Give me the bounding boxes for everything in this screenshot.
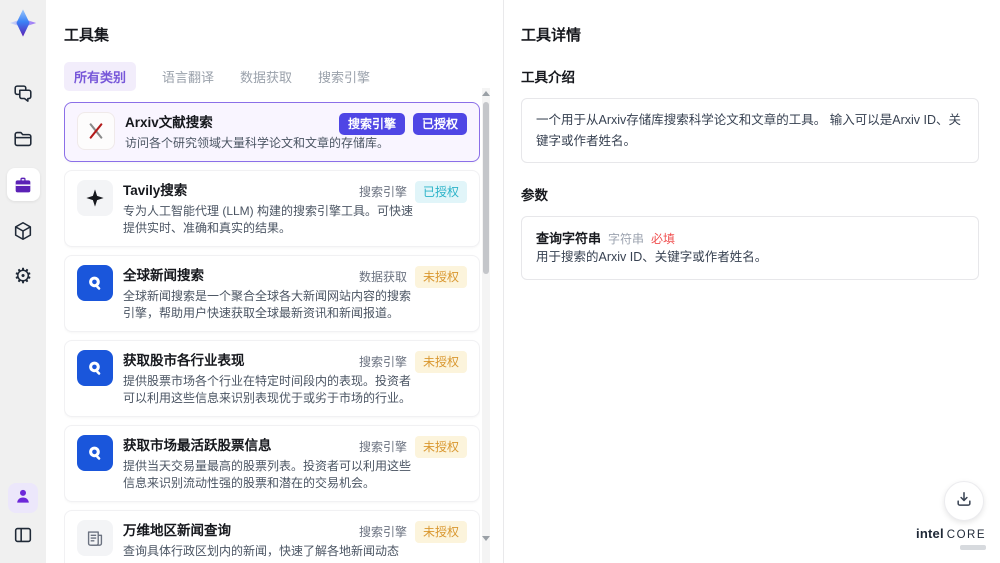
tool-description: 提供股票市场各个行业在特定时间段内的表现。投资者可以利用这些信息来识别表现优于或… [123, 374, 412, 405]
folder-icon [12, 128, 34, 150]
tab-data-acquisition[interactable]: 数据获取 [240, 62, 292, 91]
tool-card[interactable]: 全球新闻搜索 全球新闻搜索是一个聚合全球各大新闻网站内容的搜索引擎，帮助用户快速… [64, 255, 480, 332]
param-required-badge: 必填 [651, 232, 676, 247]
tool-details-panel: 工具详情 工具介绍 一个用于从Arxiv存储库搜索科学论文和文章的工具。 输入可… [521, 0, 979, 563]
auth-badge: 未授权 [414, 266, 467, 288]
category-badge: 搜索引擎 [338, 113, 405, 135]
news-search-icon [89, 276, 101, 290]
auth-badge: 已授权 [414, 181, 467, 203]
scrollbar[interactable] [482, 88, 490, 563]
gem-logo-icon [9, 9, 37, 37]
news-search-icon [89, 446, 101, 460]
intro-title: 工具介绍 [521, 70, 575, 85]
panel-divider [503, 0, 504, 563]
params-title: 参数 [521, 188, 548, 204]
tab-search-engine[interactable]: 搜索引擎 [318, 62, 370, 91]
cube-icon [12, 220, 34, 242]
auth-badge: 已授权 [412, 113, 467, 135]
tool-card[interactable]: 获取股市各行业表现 提供股票市场各个行业在特定时间段内的表现。投资者可以利用这些… [64, 340, 480, 417]
sidebar-item-settings[interactable]: ⚙ [7, 260, 40, 293]
scroll-up-arrow-icon[interactable] [482, 91, 490, 96]
tool-description: 查询具体行政区划内的新闻，快速了解各地新闻动态 [123, 544, 400, 558]
page-title: 工具集 [64, 27, 110, 44]
sidebar-bottom [7, 483, 40, 551]
intel-core-sub-badge [960, 545, 986, 550]
tool-icon [77, 350, 113, 386]
scroll-down-arrow-icon[interactable] [482, 536, 490, 541]
sidebar-item-profile[interactable] [8, 483, 38, 513]
toolset-column: 工具集 所有类别 语言翻译 数据获取 搜索引擎 Arxiv文献搜索 访问各个研究… [64, 0, 480, 563]
download-button[interactable] [944, 481, 984, 521]
briefcase-icon [12, 174, 34, 196]
intro-box: 一个用于从Arxiv存储库搜索科学论文和文章的工具。 输入可以是Arxiv ID… [521, 98, 979, 164]
category-badge: 搜索引擎 [358, 355, 407, 369]
param-type: 字符串 [608, 232, 645, 247]
sidebar-item-models[interactable] [7, 214, 40, 247]
tool-icon [77, 180, 113, 216]
param-name: 查询字符串 [536, 231, 602, 247]
arxiv-icon [89, 123, 103, 139]
sidebar-nav: ⚙ [6, 76, 40, 293]
intro-text: 一个用于从Arxiv存储库搜索科学论文和文章的工具。 输入可以是Arxiv ID… [536, 113, 962, 148]
params-box: 查询字符串 字符串 必填 用于搜索的Arxiv ID、关键字或作者姓名。 [521, 216, 979, 280]
tool-icon [77, 112, 115, 150]
person-icon [13, 486, 33, 511]
category-tabs: 所有类别 语言翻译 数据获取 搜索引擎 [64, 62, 480, 91]
auth-badge: 未授权 [414, 436, 467, 458]
category-badge: 搜索引擎 [358, 440, 407, 454]
app-logo[interactable] [6, 6, 40, 40]
newspaper-icon [87, 531, 103, 546]
tool-description: 全球新闻搜索是一个聚合全球各大新闻网站内容的搜索引擎，帮助用户快速获取全球最新资… [123, 289, 412, 320]
auth-badge: 未授权 [414, 521, 467, 543]
core-wordmark: CORE [946, 529, 986, 541]
tool-card[interactable]: 万维地区新闻查询 查询具体行政区划内的新闻，快速了解各地新闻动态 搜索引擎 未授… [64, 510, 480, 563]
gear-icon: ⚙ [13, 265, 33, 288]
panel-icon [12, 524, 34, 546]
intel-core-logo: intel CORE [916, 525, 986, 550]
tool-description: 访问各个研究领域大量科学论文和文章的存储库。 [125, 136, 390, 150]
category-badge: 数据获取 [358, 270, 407, 284]
news-search-icon [89, 361, 101, 375]
sidebar-item-chat[interactable] [7, 76, 40, 109]
sparkle-icon [86, 189, 104, 207]
category-badge: 搜索引擎 [358, 525, 407, 539]
auth-badge: 未授权 [414, 351, 467, 373]
download-icon [954, 489, 974, 514]
details-title: 工具详情 [521, 27, 582, 44]
category-badge: 搜索引擎 [358, 185, 407, 199]
app-window: ⚙ 工具集 所有类别 语言翻译 数据获取 搜索引擎 Arxiv文献搜索 访问各个… [0, 0, 1000, 563]
tool-icon [77, 520, 113, 556]
tool-card[interactable]: Tavily搜索 专为人工智能代理 (LLM) 构建的搜索引擎工具。可快速提供实… [64, 170, 480, 247]
sidebar: ⚙ [0, 0, 46, 563]
tool-description: 提供当天交易量最高的股票列表。投资者可以利用这些信息来识别流动性强的股票和潜在的… [123, 459, 412, 490]
param-description: 用于搜索的Arxiv ID、关键字或作者姓名。 [536, 250, 768, 265]
tool-card[interactable]: Arxiv文献搜索 访问各个研究领域大量科学论文和文章的存储库。 搜索引擎 已授… [64, 102, 480, 162]
sidebar-item-files[interactable] [7, 122, 40, 155]
tool-icon [77, 265, 113, 301]
param-row: 查询字符串 字符串 必填 用于搜索的Arxiv ID、关键字或作者姓名。 [536, 228, 964, 268]
tab-language-translation[interactable]: 语言翻译 [162, 62, 214, 91]
tool-icon [77, 435, 113, 471]
chat-icon [12, 82, 34, 104]
tool-list: Arxiv文献搜索 访问各个研究领域大量科学论文和文章的存储库。 搜索引擎 已授… [64, 102, 480, 563]
intel-wordmark: intel [916, 526, 944, 541]
tool-card[interactable]: 获取市场最活跃股票信息 提供当天交易量最高的股票列表。投资者可以利用这些信息来识… [64, 425, 480, 502]
tab-all-categories[interactable]: 所有类别 [64, 62, 137, 91]
scrollbar-thumb[interactable] [483, 102, 489, 274]
sidebar-item-toolbox[interactable] [6, 168, 40, 201]
sidebar-item-panel-toggle[interactable] [7, 518, 40, 551]
tool-description: 专为人工智能代理 (LLM) 构建的搜索引擎工具。可快速提供实时、准确和真实的结… [123, 204, 414, 235]
